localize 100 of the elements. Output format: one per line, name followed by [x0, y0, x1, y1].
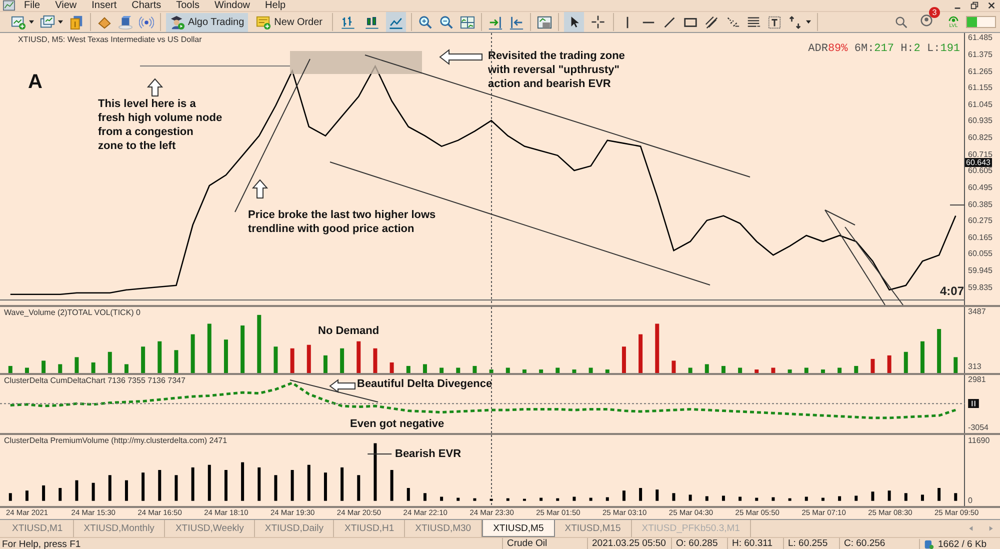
- zoom-in-icon[interactable]: [418, 14, 433, 30]
- menu-item[interactable]: View: [55, 0, 87, 11]
- new-order-button[interactable]: New Order: [252, 12, 327, 32]
- axis-label: 60.935: [968, 116, 992, 126]
- volume-bar: [224, 470, 228, 501]
- volume-bar: [638, 334, 643, 373]
- annotation-text: Beautiful Delta Divegence: [357, 377, 492, 391]
- search-icon[interactable]: [894, 14, 909, 30]
- profiles-icon[interactable]: [40, 14, 55, 30]
- status-cell: O: 60.285: [671, 538, 727, 549]
- volume-bar: [540, 498, 543, 501]
- memory-usage: 1662 / 6 Kb: [938, 538, 987, 549]
- axis-label: 61.485: [968, 33, 992, 44]
- axis-label: 61.045: [968, 100, 992, 110]
- caret-icon[interactable]: [58, 20, 63, 24]
- menu-item[interactable]: Charts: [132, 0, 172, 11]
- volume-bar: [257, 314, 262, 373]
- volume-bar: [606, 497, 609, 501]
- caret-icon[interactable]: [806, 20, 811, 24]
- user-icon[interactable]: [919, 12, 934, 27]
- annotation-text: This level here is a fresh high volume node from a congestion zone to the left: [98, 97, 222, 153]
- volume-bar: [92, 482, 95, 501]
- restore-icon[interactable]: [970, 1, 979, 10]
- text-label-icon[interactable]: [766, 14, 782, 30]
- volume-bar: [75, 480, 78, 501]
- volume-bar: [672, 493, 676, 501]
- volume-bar: [556, 498, 560, 501]
- volume-bar: [323, 355, 328, 373]
- status-cell: H: 60.311: [727, 538, 783, 549]
- arrows-icon[interactable]: [788, 14, 803, 30]
- trendline-icon[interactable]: [662, 14, 677, 30]
- volume-bar: [821, 498, 824, 501]
- volume-bar: [655, 324, 660, 373]
- volume-bar: [572, 369, 576, 373]
- volume-bar: [472, 366, 477, 373]
- coins-icon[interactable]: [69, 14, 84, 30]
- volume-bar: [788, 498, 792, 501]
- volume-bar: [24, 368, 29, 373]
- volume-bar: [688, 494, 692, 501]
- annotation-text: Revisited the trading zone with reversal "upthrusty" action and bearish EVR: [488, 49, 625, 91]
- axis-label: 2981: [968, 374, 986, 385]
- caret-icon[interactable]: [29, 20, 34, 24]
- channel-icon[interactable]: [704, 14, 719, 30]
- line-chart-icon[interactable]: [386, 12, 406, 32]
- status-cell: 2021.03.25 05:50: [587, 538, 671, 549]
- volume-bar: [589, 498, 592, 501]
- chart-tab[interactable]: XTIUSD,M5: [482, 520, 555, 537]
- scroll-end-icon[interactable]: [488, 14, 503, 30]
- volume-bar: [42, 485, 46, 501]
- volume-bar: [605, 369, 610, 373]
- new-chart-icon[interactable]: [11, 14, 26, 30]
- algo-trading-button[interactable]: Algo Trading: [166, 12, 248, 32]
- menu-item[interactable]: File: [24, 0, 50, 11]
- left-arrow: [329, 379, 356, 393]
- indicator-title: ClusterDelta PremiumVolume (http://my.clusterdelta.com) 2471: [4, 436, 228, 445]
- annotation-text: No Demand: [318, 324, 380, 338]
- close-icon[interactable]: [987, 1, 996, 10]
- tile-windows-icon[interactable]: [460, 14, 475, 30]
- notification-badge: 3: [929, 7, 940, 18]
- graduate-icon: [170, 14, 185, 30]
- volume-bar: [240, 325, 245, 373]
- volume-bar: [954, 357, 958, 373]
- volume-bar: [920, 341, 924, 373]
- database-icon: [924, 538, 934, 549]
- volume-bar: [307, 464, 310, 501]
- status-cell: Crude Oil: [502, 538, 587, 549]
- volume-bar: [174, 475, 178, 501]
- app-icon[interactable]: [3, 0, 15, 11]
- cube-icon[interactable]: [118, 14, 133, 30]
- volume-bar: [124, 364, 128, 373]
- indicator-title: ClusterDelta CumDeltaChart 7136 7355 7136 7347: [4, 376, 186, 385]
- volume-bar: [639, 488, 642, 501]
- volume-bar: [920, 494, 924, 501]
- zoom-out-icon[interactable]: [438, 14, 454, 30]
- pause-icon[interactable]: [968, 399, 980, 408]
- broadcast-icon[interactable]: [947, 15, 960, 23]
- axis-label: 60.605: [968, 166, 992, 176]
- volume-bar: [490, 498, 493, 501]
- volume-bar: [489, 369, 494, 373]
- volume-bar: [241, 462, 244, 501]
- price-label: 60.643: [965, 158, 992, 168]
- fibonacci-icon[interactable]: [724, 14, 740, 30]
- volume-bar: [870, 358, 875, 373]
- order-icon: [256, 14, 272, 30]
- menu-item[interactable]: Window: [214, 0, 260, 11]
- template-icon[interactable]: [536, 14, 552, 30]
- ingot-icon[interactable]: [97, 14, 112, 30]
- cursor-icon[interactable]: [564, 12, 584, 32]
- menu-item[interactable]: Insert: [92, 0, 127, 11]
- menu-item[interactable]: Help: [265, 0, 296, 11]
- axis-label: 313: [968, 362, 982, 372]
- indicator-readout: ADR89% 6M:217 H:2 L:191: [808, 43, 960, 55]
- volume-bar: [771, 368, 776, 373]
- volume-bar: [772, 497, 775, 501]
- fibonacci-lines-icon[interactable]: [746, 14, 761, 30]
- volume-bar: [506, 498, 510, 501]
- signal-icon[interactable]: [139, 14, 154, 30]
- chart-shift-icon[interactable]: [508, 14, 524, 30]
- menu-item[interactable]: Tools: [176, 0, 210, 11]
- volume-bar: [871, 492, 874, 501]
